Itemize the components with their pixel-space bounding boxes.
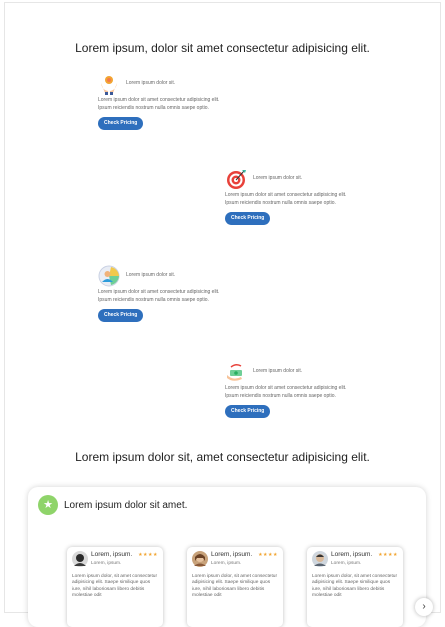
feature-item: Lorem ipsum dolor sit. Lorem ipsum dolor… <box>98 73 228 130</box>
testimonials-card-title: Lorem ipsum dolor sit amet. <box>64 499 188 511</box>
feature-description: Lorem ipsum dolor sit amet consectetur a… <box>225 385 347 399</box>
rating-stars: ★★★★ <box>378 552 398 558</box>
reviewer-subtitle: Lorem, ipsum. <box>211 561 242 566</box>
feature-description: Lorem ipsum dolor sit amet consectetur a… <box>98 97 220 111</box>
star-badge-icon <box>38 495 58 515</box>
feature-description: Lorem ipsum dolor sit amet consectetur a… <box>98 289 220 303</box>
money-hand-icon <box>225 361 247 383</box>
check-pricing-button[interactable]: Check Pricing <box>225 405 271 418</box>
reviewer-name: Lorem, ipsum. <box>331 551 373 558</box>
review-text: Lorem ipsum dolor, sit amet consectetur … <box>312 573 398 599</box>
reviewer-name: Lorem, ipsum. <box>211 551 253 558</box>
avatar <box>72 551 88 567</box>
rating-stars: ★★★★ <box>138 552 158 558</box>
check-pricing-button[interactable]: Check Pricing <box>98 117 144 130</box>
feature-item: Lorem ipsum dolor sit. Lorem ipsum dolor… <box>225 361 355 418</box>
review-card: Lorem, ipsum. Lorem, ipsum. ★★★★ Lorem i… <box>187 547 283 627</box>
reviewer-name: Lorem, ipsum. <box>91 551 133 558</box>
testimonials-card: Lorem ipsum dolor sit amet. Lorem, ipsum… <box>28 487 426 627</box>
avatar <box>312 551 328 567</box>
review-text: Lorem ipsum dolor, sit amet consectetur … <box>192 573 278 599</box>
feature-name: Lorem ipsum dolor sit. <box>126 80 176 87</box>
reviewer-subtitle: Lorem, ipsum. <box>331 561 362 566</box>
hero-title: Lorem ipsum, dolor sit amet consectetur … <box>75 41 370 55</box>
user-badge-icon <box>98 265 120 287</box>
target-icon <box>225 168 247 190</box>
feature-name: Lorem ipsum dolor sit. <box>126 272 176 279</box>
testimonials-title: Lorem ipsum dolor sit, amet consectetur … <box>75 450 370 464</box>
review-card: Lorem, ipsum. Lorem, ipsum. ★★★★ Lorem i… <box>67 547 163 627</box>
review-text: Lorem ipsum dolor, sit amet consectetur … <box>72 573 158 599</box>
hands-sun-icon <box>98 73 120 95</box>
avatar <box>192 551 208 567</box>
carousel-next-button[interactable]: › <box>415 598 433 616</box>
feature-item: Lorem ipsum dolor sit. Lorem ipsum dolor… <box>98 265 228 322</box>
feature-description: Lorem ipsum dolor sit amet consectetur a… <box>225 192 347 206</box>
check-pricing-button[interactable]: Check Pricing <box>225 212 271 225</box>
feature-item: Lorem ipsum dolor sit. Lorem ipsum dolor… <box>225 168 355 225</box>
check-pricing-button[interactable]: Check Pricing <box>98 309 144 322</box>
feature-name: Lorem ipsum dolor sit. <box>253 368 303 375</box>
review-card: Lorem, ipsum. Lorem, ipsum. ★★★★ Lorem i… <box>307 547 403 627</box>
rating-stars: ★★★★ <box>258 552 278 558</box>
reviewer-subtitle: Lorem, ipsum. <box>91 561 122 566</box>
testimonials-card-header: Lorem ipsum dolor sit amet. <box>38 495 187 515</box>
feature-name: Lorem ipsum dolor sit. <box>253 175 303 182</box>
